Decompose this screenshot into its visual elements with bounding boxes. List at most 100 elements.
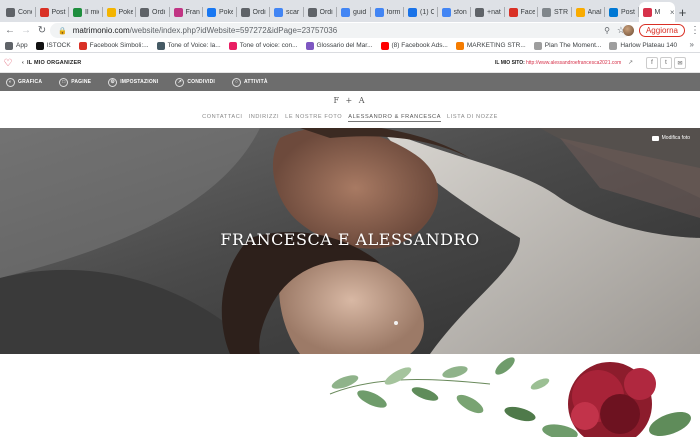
site-nav-link[interactable]: INDIRIZZI — [249, 114, 280, 122]
browser-tab[interactable]: Il mio — [69, 2, 103, 22]
bookmark-item[interactable]: Plan The Moment... — [533, 41, 602, 50]
site-nav-link[interactable]: CONTATTACI — [202, 114, 243, 122]
bookmark-item[interactable]: Tone of voice: con... — [228, 41, 298, 50]
browser-tab[interactable]: Fran — [170, 2, 204, 22]
google-icon — [441, 7, 451, 17]
floral-illustration — [329, 357, 691, 437]
browser-tab[interactable]: Poke — [103, 2, 137, 22]
bookmark-item[interactable]: App — [5, 41, 28, 50]
facebook-icon — [207, 7, 216, 17]
site-nav-link[interactable]: LE NOSTRE FOTO — [285, 114, 342, 122]
browser-tab[interactable]: scar — [270, 2, 304, 22]
facebook-icon — [508, 7, 518, 17]
site-nav-link[interactable]: ALESSANDRO & FRANCESCA — [348, 114, 442, 122]
email-share-icon[interactable]: ✉ — [674, 57, 686, 69]
back-label: IL MIO ORGANIZER — [27, 60, 82, 66]
browser-tab[interactable]: STR — [538, 2, 572, 22]
bookmark-item[interactable]: MARKETING STR... — [455, 41, 526, 50]
menu-dots-icon[interactable]: ⋮ — [690, 25, 700, 36]
bookmark-label: App — [16, 42, 28, 49]
globe-icon — [140, 7, 149, 17]
update-button-label: Aggiorna — [645, 26, 678, 35]
bookmark-icon — [609, 41, 618, 50]
tab-label: (1) C — [420, 8, 434, 16]
menu-item-condividi[interactable]: ↗ CONDIVIDI — [175, 77, 215, 87]
browser-tab[interactable]: Post — [36, 2, 70, 22]
globe-icon — [307, 7, 317, 17]
site-nav-link[interactable]: LISTA DI NOZZE — [447, 114, 498, 122]
share-icon: ↗ — [175, 77, 185, 87]
menu-item-pagine[interactable]: □ PAGINE — [59, 77, 91, 87]
close-tab-icon[interactable]: × — [670, 8, 675, 17]
tab-label: Post — [621, 8, 635, 16]
heart-logo-icon[interactable]: ♡ — [0, 58, 16, 69]
search-icon[interactable]: ⚲ — [604, 26, 610, 35]
browser-tab[interactable]: Anal — [572, 2, 606, 22]
browser-tab[interactable]: Ordi — [304, 2, 338, 22]
slides-icon — [106, 7, 116, 17]
bookmark-item[interactable]: ISTOCK — [35, 41, 71, 50]
bookmark-icon — [78, 41, 87, 50]
monogram: F + A — [333, 96, 367, 105]
tab-label: scar — [286, 8, 300, 16]
globe-icon — [240, 7, 250, 17]
bookmark-label: Facebook Simboli:... — [89, 42, 149, 49]
browser-toolbar: ← → ↻ 🔒 matrimonio.com/website/index.php… — [0, 22, 700, 39]
new-tab-icon[interactable]: + — [675, 2, 691, 22]
tab-label: Ordi — [319, 8, 333, 16]
browser-tab[interactable]: M × — [638, 2, 675, 22]
forward-arrow-icon[interactable]: → — [18, 23, 34, 39]
back-arrow-icon[interactable]: ← — [2, 23, 18, 39]
browser-tab[interactable]: (1) C — [404, 2, 438, 22]
avatar[interactable] — [622, 25, 634, 36]
toolbar-right: Aggiorna ⋮ — [622, 23, 700, 38]
bookmark-item[interactable]: Harlow Plateau 140 — [609, 41, 677, 50]
browser-tab[interactable]: Ordi — [237, 2, 271, 22]
tab-label: +nat — [487, 8, 501, 16]
reload-icon[interactable]: ↻ — [34, 23, 50, 39]
tab-label: Ordi — [252, 8, 266, 16]
tab-label: Anal — [587, 8, 602, 16]
bookmark-icon — [455, 41, 464, 50]
twitter-share-icon[interactable]: t — [660, 57, 672, 69]
browser-tab[interactable]: Post — [605, 2, 639, 22]
bookmark-item[interactable]: Glossario del Mar... — [305, 41, 373, 50]
apps-grid-icon — [5, 41, 13, 50]
youtube-icon — [380, 41, 389, 50]
menu-item-grafica[interactable]: ◐ GRAFICA — [6, 77, 42, 87]
analytics-icon — [575, 7, 585, 17]
update-button[interactable]: Aggiorna — [638, 24, 685, 37]
browser-tab[interactable]: +nat — [471, 2, 505, 22]
site-url-link[interactable]: http://www.alessandroefrancesca2021.com — [526, 60, 621, 66]
browser-tab[interactable]: Poke — [203, 2, 237, 22]
bookmark-item[interactable]: (8) Facebook Ads... — [380, 41, 448, 50]
edit-photo-label: Modifica foto — [661, 135, 690, 141]
menu-item-attivit[interactable]: ○ ATTIVITÀ — [231, 77, 268, 87]
external-link-icon[interactable]: ↗ — [628, 59, 633, 66]
more-bookmarks-icon[interactable]: » — [690, 40, 694, 49]
instagram-icon — [173, 7, 183, 17]
facebook-share-icon[interactable]: f — [646, 57, 658, 69]
calendar-icon — [408, 7, 417, 17]
site-label: IL MIO SITO: — [495, 60, 525, 66]
url-path: /website/index.php?idWebsite=597272&idPa… — [129, 26, 338, 35]
tab-label: STR — [554, 8, 568, 16]
browser-tab[interactable]: Ordi — [136, 2, 170, 22]
back-to-organizer-link[interactable]: ‹ IL MIO ORGANIZER — [22, 60, 81, 66]
browser-tab[interactable]: form — [371, 2, 405, 22]
bookmark-label: Plan The Moment... — [544, 42, 602, 49]
edit-photo-button[interactable]: Modifica foto — [651, 135, 690, 141]
settings-icon: ⚙ — [108, 77, 118, 87]
browser-tab[interactable]: Face — [505, 2, 539, 22]
tab-label: form — [386, 8, 401, 16]
address-bar[interactable]: 🔒 matrimonio.com/website/index.php?idWeb… — [50, 23, 630, 38]
menu-item-impostazioni[interactable]: ⚙ IMPOSTAZIONI — [108, 77, 158, 87]
browser-tab[interactable]: Cond — [2, 2, 36, 22]
bookmark-icon — [228, 41, 237, 50]
menu-item-label: CONDIVIDI — [187, 79, 215, 85]
bookmark-icon — [305, 41, 314, 50]
browser-tab[interactable]: sfon — [438, 2, 472, 22]
browser-tab[interactable]: guid — [337, 2, 371, 22]
bookmark-item[interactable]: Tone of Voice: la... — [156, 41, 221, 50]
bookmark-item[interactable]: Facebook Simboli:... — [78, 41, 149, 50]
